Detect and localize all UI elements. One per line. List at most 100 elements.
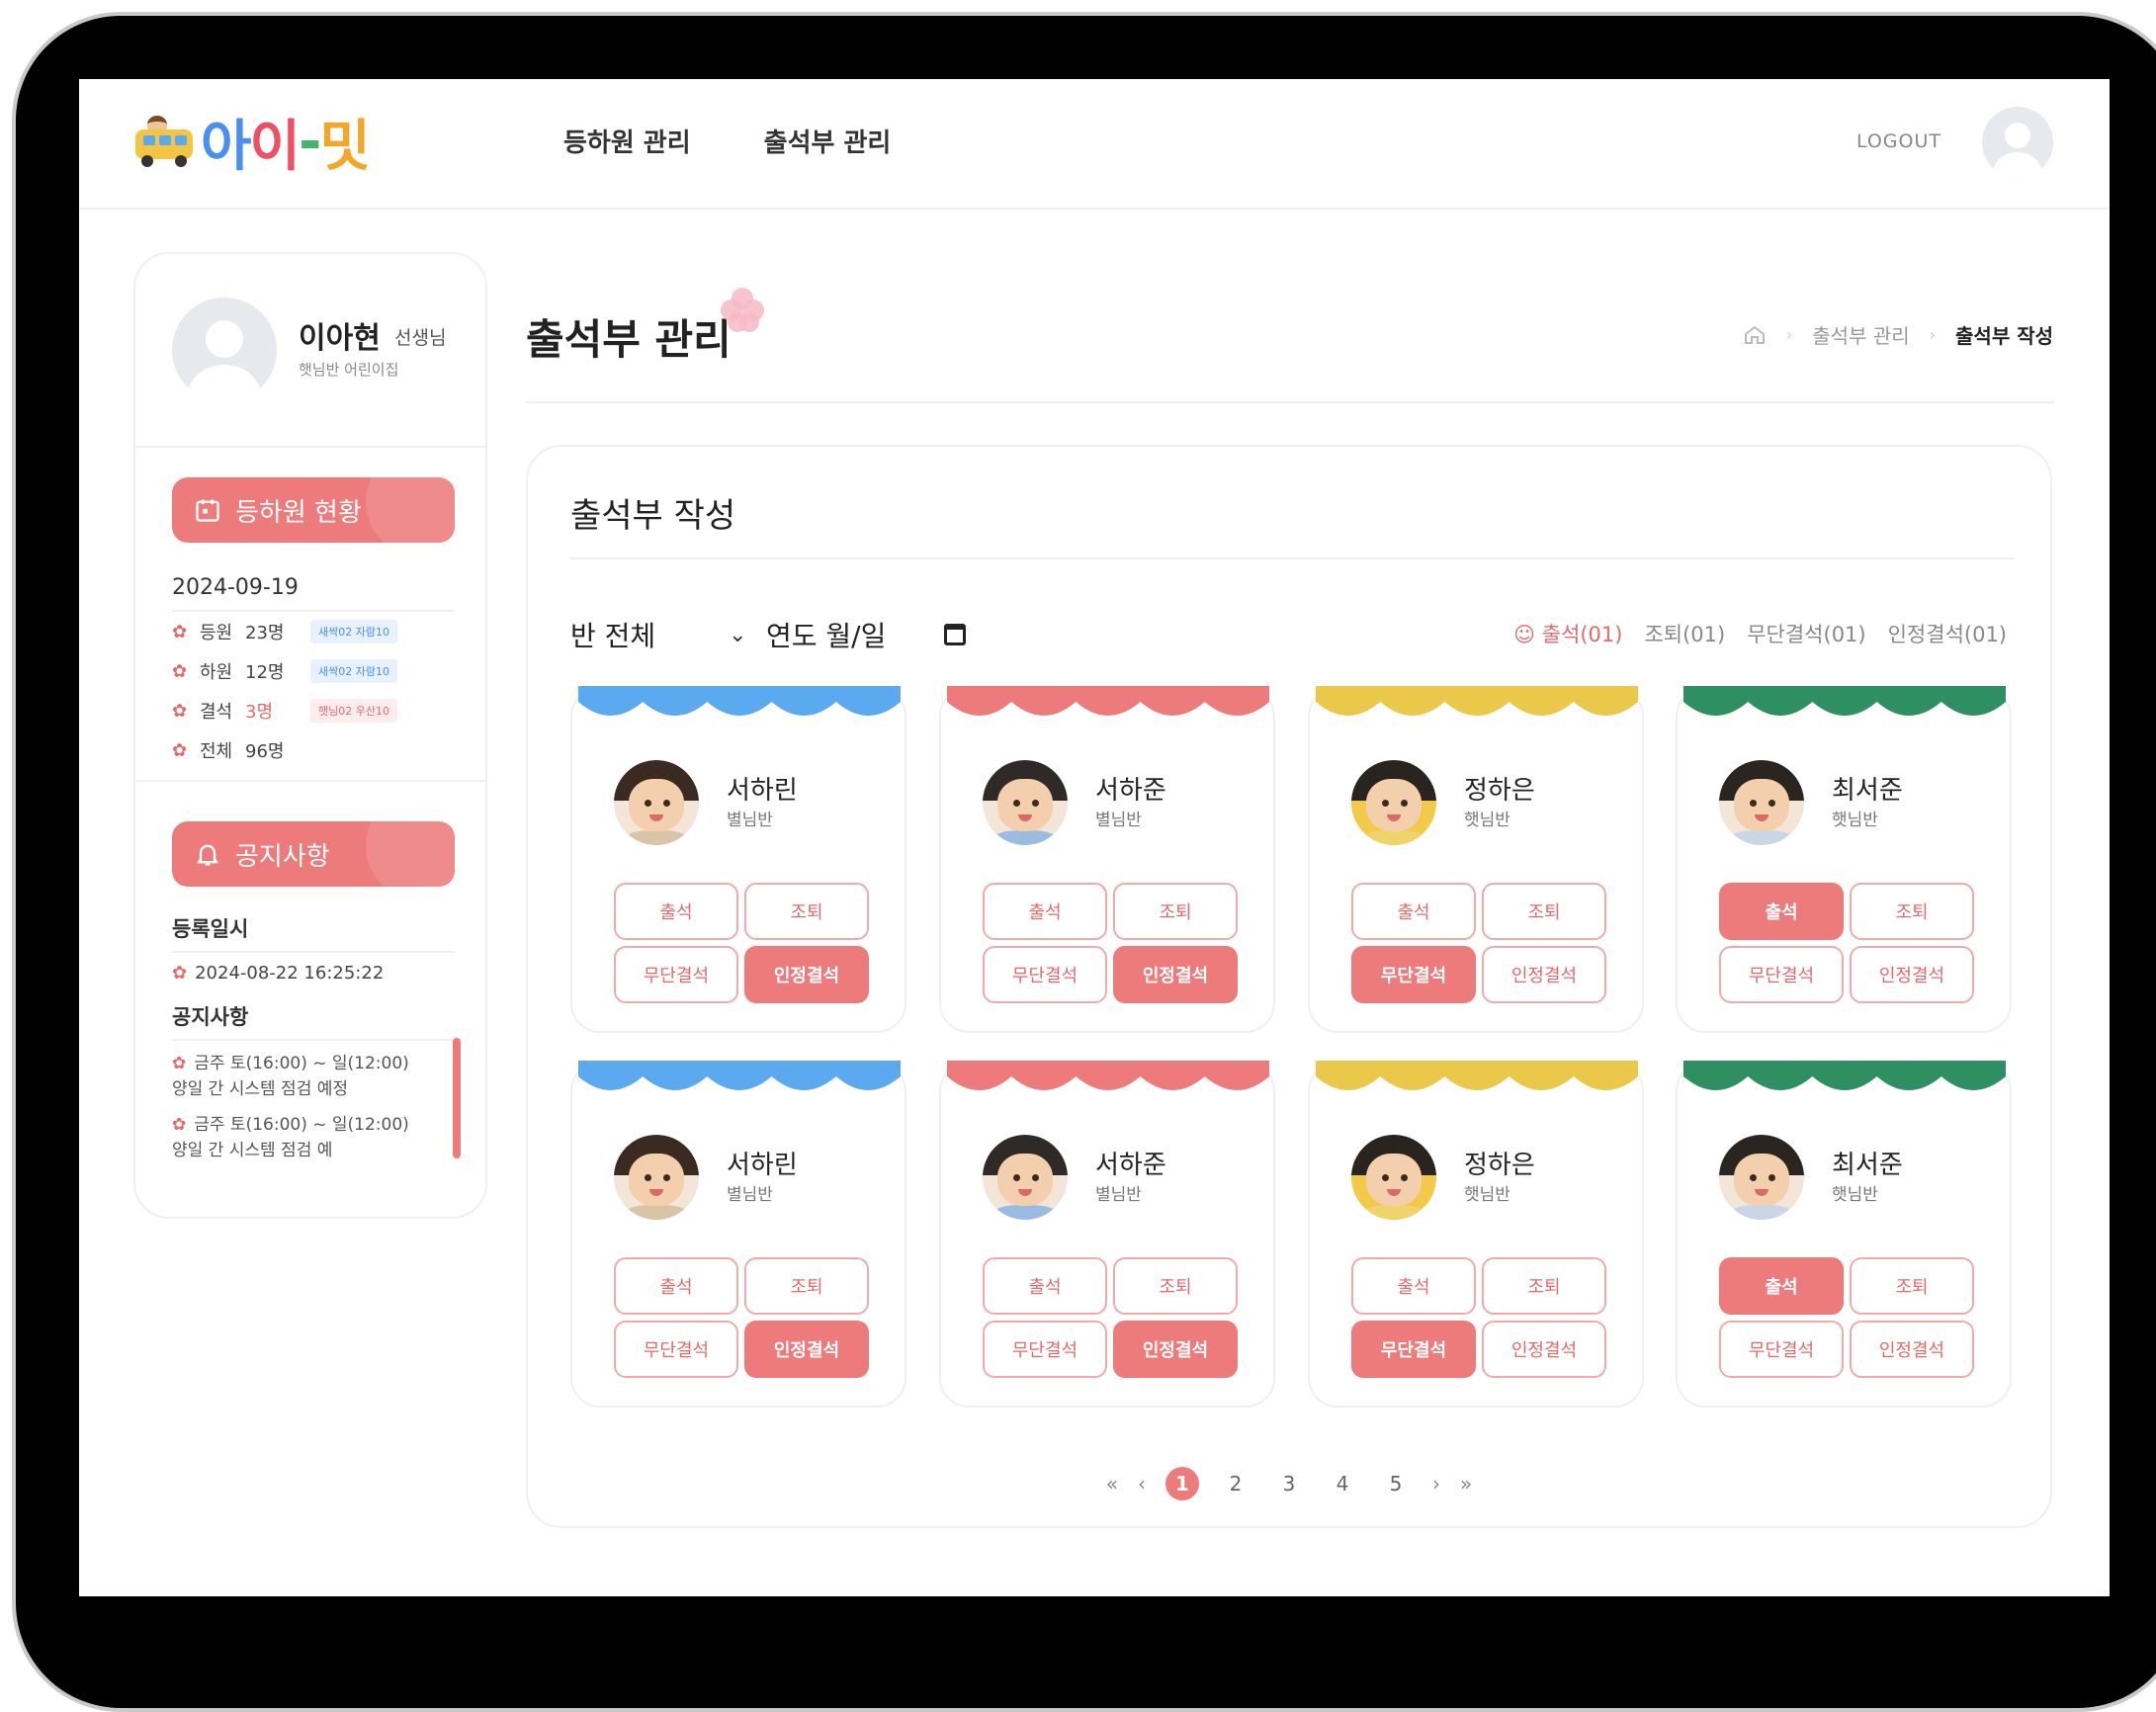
attend-button[interactable]: 출석 [614,883,738,940]
flower-icon: ✿ [172,700,188,722]
status-count: 12명 [245,662,285,683]
unexcused-absence-button[interactable]: 무단결석 [614,1321,738,1378]
teacher-role: 선생님 [394,327,447,349]
early-leave-button[interactable]: 조퇴 [1113,1257,1238,1315]
student-class: 햇님반 [1464,1185,1510,1205]
notice-scrollbar[interactable] [453,1038,461,1158]
early-leave-button[interactable]: 조퇴 [1850,883,1974,940]
excused-absence-button[interactable]: 인정결석 [1850,946,1974,1003]
next-page-icon[interactable]: › [1432,1472,1440,1496]
page-number[interactable]: 1 [1165,1467,1199,1500]
filter-bar: 반 전체 ⌄ 연도 월/일 [570,615,966,654]
student-photo [1719,760,1804,845]
scallop-banner [1683,686,2006,716]
user-avatar[interactable] [1982,107,2053,178]
attend-button[interactable]: 출석 [1719,1257,1844,1315]
page-number[interactable]: 2 [1219,1467,1252,1500]
early-leave-button[interactable]: 조퇴 [1850,1257,1974,1315]
attend-button[interactable]: 출석 [983,883,1107,940]
student-class: 별님반 [727,1185,773,1205]
excused-absence-button[interactable]: 인정결석 [1113,1321,1238,1378]
school-bus-icon [133,116,195,167]
student-name: 서하린 [727,776,798,806]
home-icon[interactable] [1743,323,1767,347]
notice-list: 등록일시 ✿ 2024-08-22 16:25:22 공지사항 ✿ 금주 토(16:… [172,913,461,1173]
unexcused-absence-button[interactable]: 무단결석 [1351,946,1476,1003]
notice-item[interactable]: ✿ 금주 토(16:00) ~ 일(12:00) 양일 간 시스템 점검 예정 [172,1051,429,1102]
prev-page-icon[interactable]: ‹ [1138,1472,1146,1496]
nav-attendance-book[interactable]: 출석부 관리 [764,123,892,159]
early-leave-button[interactable]: 조퇴 [1482,883,1606,940]
notice-item[interactable]: ✿ 금주 토(16:00) ~ 일(12:00) 양일 간 시스템 점검 예 [172,1112,429,1163]
attend-button[interactable]: 출석 [614,1257,738,1315]
unexcused-absence-button[interactable]: 무단결석 [614,946,738,1003]
date-input[interactable]: 연도 월/일 [766,615,944,654]
attend-button[interactable]: 출석 [983,1257,1107,1315]
teacher-name: 이아현 [299,321,381,356]
student-card: 정하은 햇님반 출석 조퇴 무단결석 인정결석 [1308,686,1644,1033]
scallop-banner [947,686,1269,716]
logo[interactable]: 아이-밋 [133,107,371,179]
excused-absence-button[interactable]: 인정결석 [1850,1321,1974,1378]
student-name: 최서준 [1832,776,1903,806]
student-class: 햇님반 [1464,811,1510,830]
notice-button[interactable]: 공지사항 [172,821,455,887]
page-number[interactable]: 3 [1272,1467,1306,1500]
commute-status-button[interactable]: 등하원 현황 [172,477,455,543]
student-card: 서하준 별님반 출석 조퇴 무단결석 인정결석 [939,686,1275,1033]
early-leave-button[interactable]: 조퇴 [1113,883,1238,940]
flower-icon: ✿ [172,660,188,682]
status-label: 등원 [200,623,233,643]
attend-button[interactable]: 출석 [1351,1257,1476,1315]
sidebar: 이아현 선생님 햇님반 어린이집 등하원 현황 2024-09-19 ✿ 등원 … [133,252,487,1219]
chevron-down-icon[interactable]: ⌄ [729,623,758,647]
logo-char-4: 밋 [319,114,371,179]
page-number[interactable]: 5 [1379,1467,1413,1500]
last-page-icon[interactable]: » [1460,1472,1472,1496]
calendar-icon[interactable] [944,624,966,645]
status-count: 3명 [245,702,274,723]
notice-text: 금주 토(16:00) ~ 일(12:00) 양일 간 시스템 점검 예정 [172,1054,409,1099]
early-leave-button[interactable]: 조퇴 [1482,1257,1606,1315]
early-leave-button[interactable]: 조퇴 [744,883,869,940]
student-class: 별님반 [1095,1185,1142,1205]
unexcused-absence-button[interactable]: 무단결석 [1351,1321,1476,1378]
excused-absence-button[interactable]: 인정결석 [1482,946,1606,1003]
nav-attendance-commute[interactable]: 등하원 관리 [563,123,691,159]
title-divider [526,401,2054,403]
first-page-icon[interactable]: « [1106,1472,1118,1496]
pagination: « ‹ 1 2 3 4 5 › » [528,1467,2050,1500]
top-header: 아이-밋 등하원 관리 출석부 관리 LOGOUT [79,79,2110,210]
excused-absence-button[interactable]: 인정결석 [744,946,869,1003]
student-class: 햇님반 [1832,811,1878,830]
page-title: 출석부 관리 [526,315,732,364]
panel-divider [570,557,2014,559]
student-card: 최서준햇님반출석 조퇴 무단결석 인정결석 [1676,686,2012,1033]
student-card: 서하준 별님반 출석 조퇴 무단결석 인정결석 [939,1061,1275,1408]
unexcused-absence-button[interactable]: 무단결석 [983,946,1107,1003]
legend-early-leave: 조퇴(01) [1644,623,1726,646]
status-label: 하원 [200,662,233,683]
page-number[interactable]: 4 [1326,1467,1359,1500]
class-select[interactable]: 반 전체 [570,615,729,654]
breadcrumb-separator: › [1785,325,1793,344]
excused-absence-button[interactable]: 인정결석 [1482,1321,1606,1378]
attendance-legend: ☺ 출석(01) 조퇴(01) 무단결석(01) 인정결석(01) [1513,619,2007,648]
student-photo [1351,760,1436,845]
excused-absence-button[interactable]: 인정결석 [1113,946,1238,1003]
unexcused-absence-button[interactable]: 무단결석 [1719,946,1844,1003]
attend-button[interactable]: 출석 [1719,883,1844,940]
unexcused-absence-button[interactable]: 무단결석 [1719,1321,1844,1378]
status-badge: 새싹02 자람10 [310,659,397,683]
breadcrumb-item[interactable]: 출석부 관리 [1812,320,1909,349]
excused-absence-button[interactable]: 인정결석 [744,1321,869,1378]
calendar-icon [196,499,219,522]
status-row: ✿ 전체 96명 [172,730,455,770]
logout-button[interactable]: LOGOUT [1856,130,1941,152]
unexcused-absence-button[interactable]: 무단결석 [983,1321,1107,1378]
early-leave-button[interactable]: 조퇴 [744,1257,869,1315]
app-screen: 아이-밋 등하원 관리 출석부 관리 LOGOUT 이아현 선생님 햇님반 어린… [79,79,2110,1596]
notice-text: 금주 토(16:00) ~ 일(12:00) 양일 간 시스템 점검 예 [172,1115,409,1160]
logo-char-1: 아 [201,114,252,179]
attend-button[interactable]: 출석 [1351,883,1476,940]
